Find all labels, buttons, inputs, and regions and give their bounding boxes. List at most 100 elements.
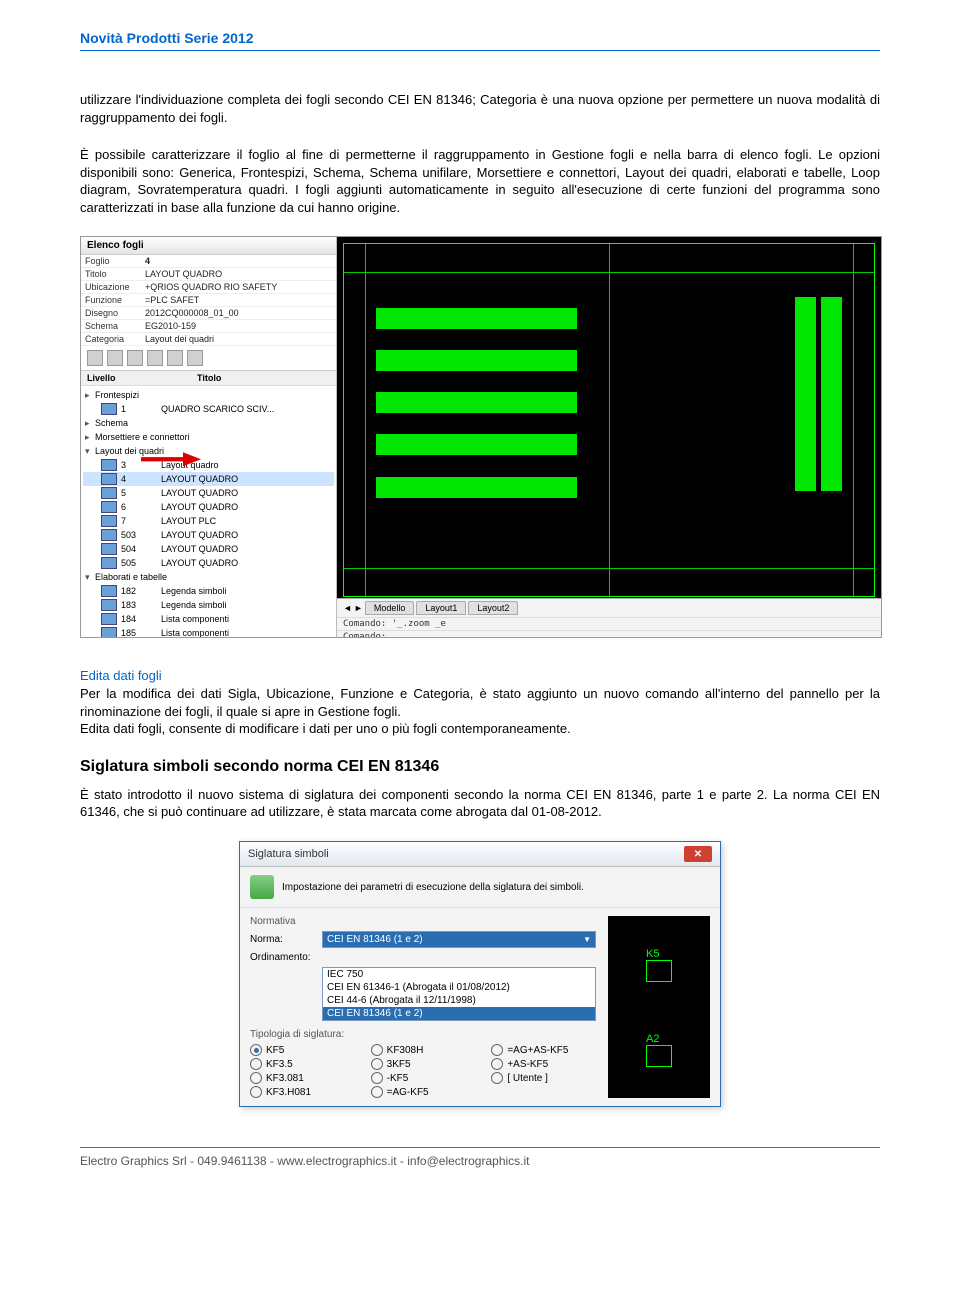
tree-item-title: Legenda simboli <box>161 598 332 612</box>
tree-item[interactable]: 184Lista componenti <box>83 612 334 626</box>
tree-group[interactable]: ▸Frontespizi <box>83 388 334 402</box>
tree-item-number: 183 <box>121 598 161 612</box>
toolbar-icon[interactable] <box>167 350 183 366</box>
radio-label: KF308H <box>387 1045 424 1056</box>
dropdown-item[interactable]: CEI EN 61346-1 (Abrogata il 01/08/2012) <box>323 981 595 994</box>
toolbar-icon[interactable] <box>107 350 123 366</box>
tree-item-title: LAYOUT QUADRO <box>161 528 332 542</box>
edita-p2: Edita dati fogli, consente di modificare… <box>80 720 880 738</box>
radio-option[interactable]: =AG-KF5 <box>371 1086 476 1098</box>
expand-icon[interactable]: ▸ <box>85 416 95 430</box>
radio-option[interactable]: KF5 <box>250 1044 355 1056</box>
chevron-down-icon: ▼ <box>583 935 591 944</box>
radio-option[interactable]: KF3.H081 <box>250 1086 355 1098</box>
tab-layout1[interactable]: Layout1 <box>416 601 466 615</box>
tree-item-number: 184 <box>121 612 161 626</box>
tree-body[interactable]: ▸Frontespizi1QUADRO SCARICO SCIV...▸Sche… <box>81 386 336 637</box>
tree-item[interactable]: 503LAYOUT QUADRO <box>83 528 334 542</box>
tree-item-title: LAYOUT QUADRO <box>161 500 332 514</box>
radio-option[interactable]: +AS-KF5 <box>491 1058 596 1070</box>
tree-group-label: Schema <box>95 416 128 430</box>
property-label: Schema <box>85 321 145 331</box>
toolbar-icon[interactable] <box>187 350 203 366</box>
toolbar-icons[interactable] <box>81 346 336 371</box>
dropdown-item[interactable]: CEI 44-6 (Abrogata il 12/11/1998) <box>323 994 595 1007</box>
sheet-icon <box>101 585 117 597</box>
property-value: LAYOUT QUADRO <box>145 269 332 279</box>
property-label: Disegno <box>85 308 145 318</box>
radio-option[interactable]: KF3.5 <box>250 1058 355 1070</box>
sheet-icon <box>101 557 117 569</box>
expand-icon[interactable]: ▸ <box>85 430 95 444</box>
toolbar-icon[interactable] <box>87 350 103 366</box>
toolbar-icon[interactable] <box>147 350 163 366</box>
ordinamento-label: Ordinamento: <box>250 952 322 963</box>
tree-item[interactable]: 6LAYOUT QUADRO <box>83 500 334 514</box>
sheet-icon <box>101 543 117 555</box>
tree-item[interactable]: 7LAYOUT PLC <box>83 514 334 528</box>
properties-list: Foglio4TitoloLAYOUT QUADROUbicazione+QRI… <box>81 255 336 346</box>
radio-icon <box>250 1072 262 1084</box>
cad-viewport[interactable]: ◄ ► Modello Layout1 Layout2 Comando: '_.… <box>337 237 881 637</box>
cad-bottom-bar: ◄ ► Modello Layout1 Layout2 Comando: '_.… <box>337 598 881 637</box>
radio-label: 3KF5 <box>387 1059 411 1070</box>
radio-label: +AS-KF5 <box>507 1059 548 1070</box>
expand-icon[interactable]: ▸ <box>85 388 95 402</box>
nav-next-icon[interactable]: ► <box>354 603 363 613</box>
radio-option[interactable]: =AG+AS-KF5 <box>491 1044 596 1056</box>
tree-group[interactable]: ▾Elaborati e tabelle <box>83 570 334 584</box>
toolbar-icon[interactable] <box>127 350 143 366</box>
expand-icon[interactable]: ▾ <box>85 570 95 584</box>
left-panel: Elenco fogli Foglio4TitoloLAYOUT QUADROU… <box>81 237 337 637</box>
tree-item[interactable]: 183Legenda simboli <box>83 598 334 612</box>
dialog-desc-row: Impostazione dei parametri di esecuzione… <box>240 867 720 908</box>
tree-item[interactable]: 4LAYOUT QUADRO <box>83 472 334 486</box>
close-button[interactable]: ✕ <box>684 846 712 862</box>
header-rule <box>80 50 880 51</box>
tree-item[interactable]: 182Legenda simboli <box>83 584 334 598</box>
radio-option[interactable]: KF3.081 <box>250 1072 355 1084</box>
tree-item[interactable]: 3Layout quadro <box>83 458 334 472</box>
property-label: Categoria <box>85 334 145 344</box>
tree-group[interactable]: ▸Morsettiere e connettori <box>83 430 334 444</box>
tree-header-level: Livello <box>87 373 197 383</box>
sheet-icon <box>101 487 117 499</box>
dropdown-item[interactable]: IEC 750 <box>323 968 595 981</box>
tree-item-title: LAYOUT QUADRO <box>161 486 332 500</box>
dialog-title: Siglatura simboli <box>248 848 329 860</box>
tree-item[interactable]: 505LAYOUT QUADRO <box>83 556 334 570</box>
property-value: =PLC SAFET <box>145 295 332 305</box>
tree-group[interactable]: ▸Schema <box>83 416 334 430</box>
preview-symbol-1 <box>646 960 672 982</box>
tree-item[interactable]: 185Lista componenti <box>83 626 334 637</box>
expand-icon[interactable]: ▾ <box>85 444 95 458</box>
tree-item[interactable]: 5LAYOUT QUADRO <box>83 486 334 500</box>
tree-item[interactable]: 504LAYOUT QUADRO <box>83 542 334 556</box>
radio-grid: KF5 KF308H =AG+AS-KF5 KF3.5 3KF5 +AS-KF5 KF3.0… <box>250 1044 596 1098</box>
norma-dropdown-list[interactable]: IEC 750CEI EN 61346-1 (Abrogata il 01/08… <box>322 967 596 1021</box>
dialog-titlebar[interactable]: Siglatura simboli ✕ <box>240 842 720 867</box>
radio-icon <box>250 1044 262 1056</box>
nav-prev-icon[interactable]: ◄ <box>343 603 352 613</box>
dialog-icon <box>250 875 274 899</box>
radio-icon <box>371 1044 383 1056</box>
cad-tabs[interactable]: ◄ ► Modello Layout1 Layout2 <box>337 599 881 617</box>
radio-option[interactable]: -KF5 <box>371 1072 476 1084</box>
dropdown-item[interactable]: CEI EN 81346 (1 e 2) <box>323 1007 595 1020</box>
norma-select[interactable]: CEI EN 81346 (1 e 2) ▼ <box>322 931 596 948</box>
tab-layout2[interactable]: Layout2 <box>468 601 518 615</box>
preview-label-1: K5 <box>646 948 672 960</box>
preview-label-2: A2 <box>646 1033 672 1045</box>
radio-option[interactable]: [ Utente ] <box>491 1072 596 1084</box>
command-line-2[interactable]: Comando: <box>337 630 881 637</box>
tab-modello[interactable]: Modello <box>365 601 415 615</box>
tree-item-title: Lista componenti <box>161 626 332 637</box>
tree-group[interactable]: ▾Layout dei quadri <box>83 444 334 458</box>
radio-option[interactable]: 3KF5 <box>371 1058 476 1070</box>
tree-header: Livello Titolo <box>81 371 336 386</box>
sheet-icon <box>101 459 117 471</box>
radio-option[interactable]: KF308H <box>371 1044 476 1056</box>
property-value: +QRIOS QUADRO RIO SAFETY <box>145 282 332 292</box>
tree-item-number: 1 <box>121 402 161 416</box>
tree-item[interactable]: 1QUADRO SCARICO SCIV... <box>83 402 334 416</box>
